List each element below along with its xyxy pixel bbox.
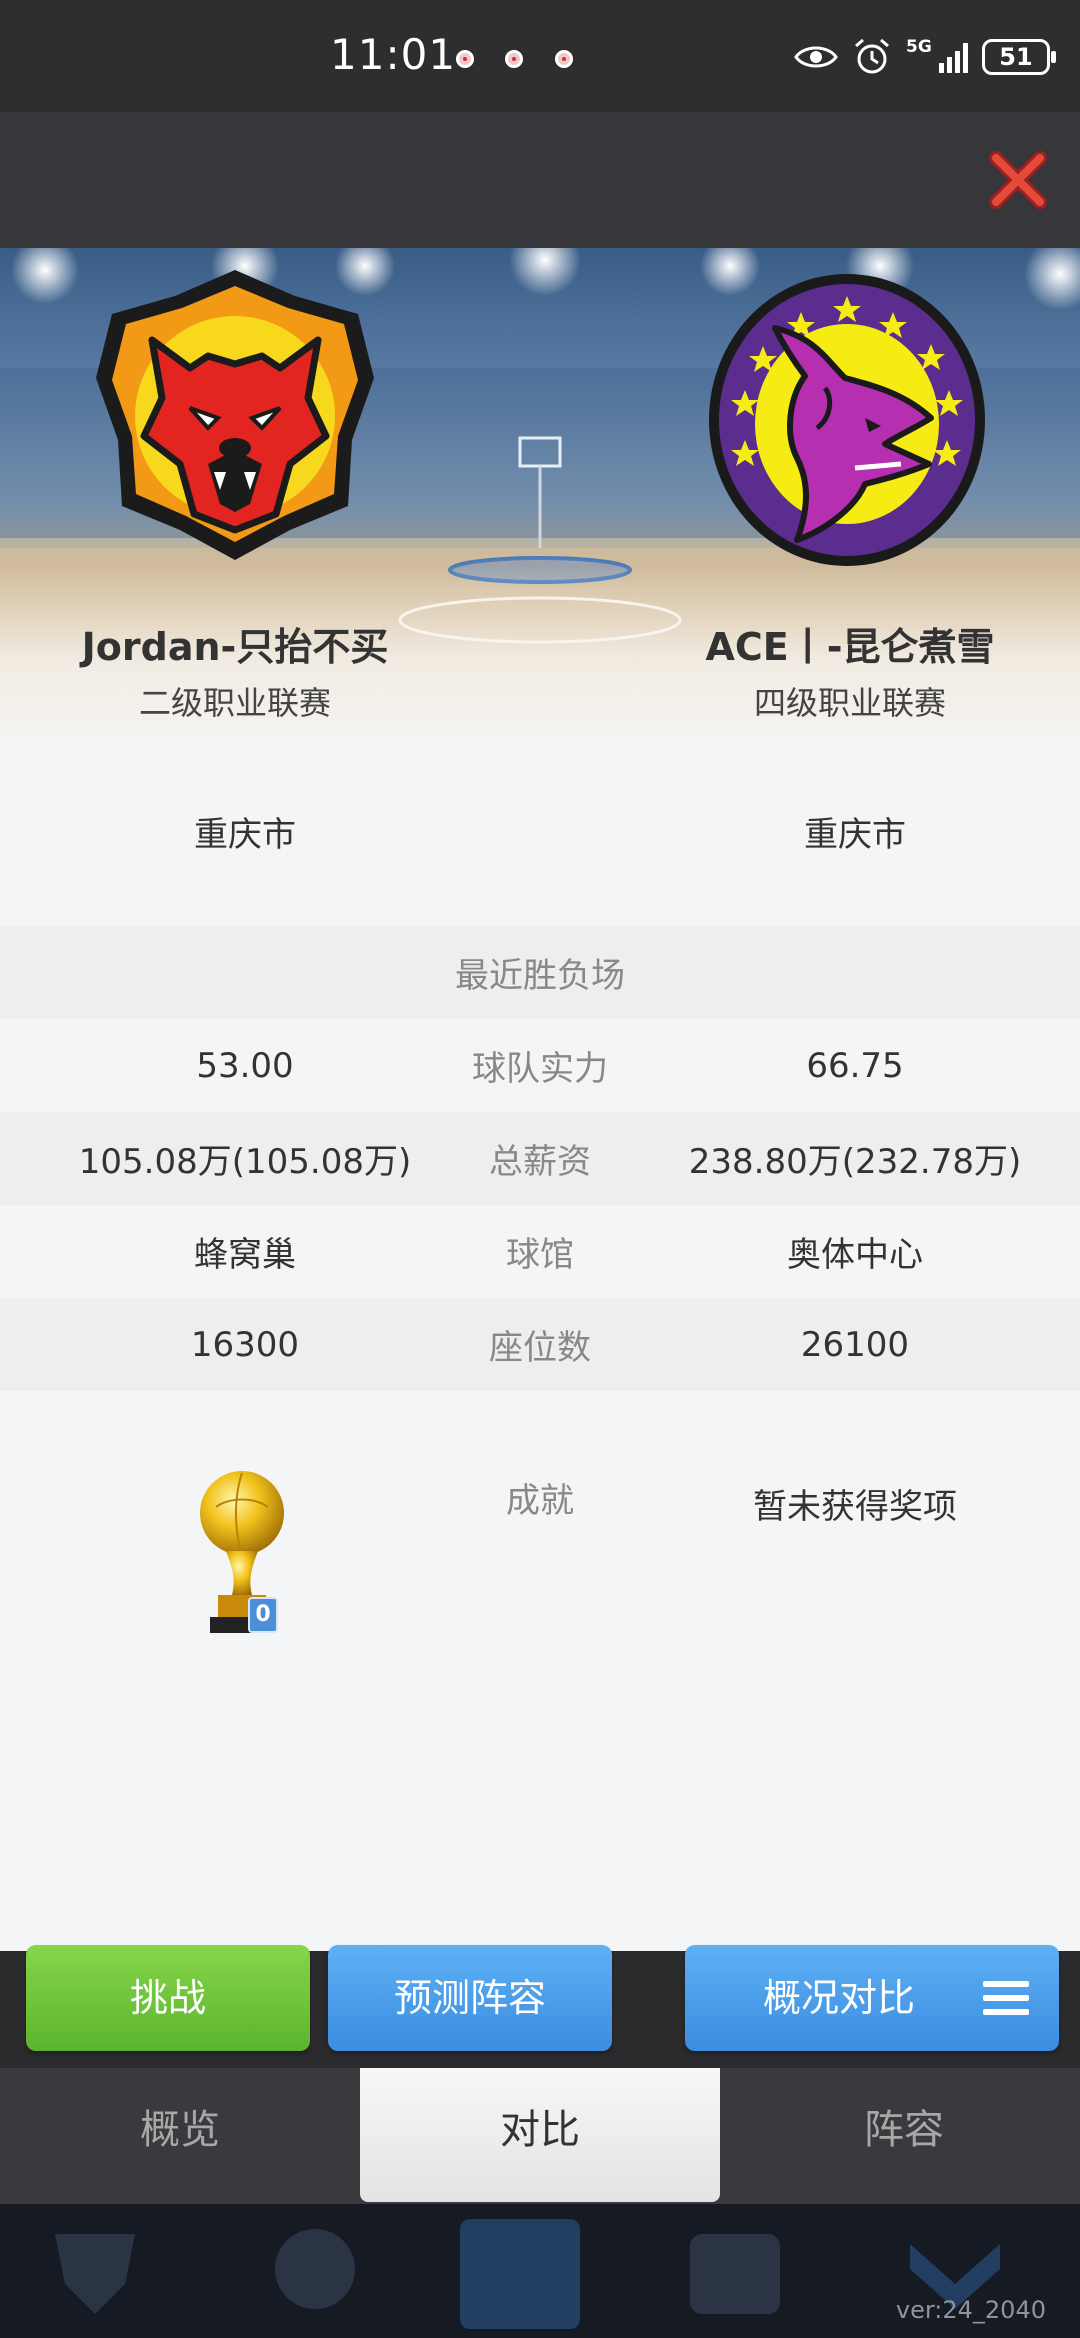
left-value: 105.08万(105.08万) <box>78 1142 412 1182</box>
right-city: 重庆市 <box>804 814 906 855</box>
compare-row-arena: 蜂窝巢 球馆 奥体中心 <box>0 1205 1080 1298</box>
version-label: ver:24_2040 <box>895 2296 1046 2324</box>
right-achievement: 暂未获得奖项 <box>753 1487 957 1527</box>
eye-icon <box>794 46 838 68</box>
finance-nav-icon[interactable] <box>240 2214 390 2334</box>
left-value: 蜂窝巢 <box>194 1235 296 1275</box>
tab-lineup[interactable]: 阵容 <box>724 2068 1080 2204</box>
notification-icon <box>505 50 523 68</box>
alarm-icon <box>855 38 889 74</box>
team-left-name: Jordan-只抬不买 <box>81 625 389 669</box>
tab-compare[interactable]: 对比 <box>360 2068 720 2202</box>
notification-icon <box>456 50 474 68</box>
right-value: 66.75 <box>806 1045 904 1086</box>
row-label: 成就 <box>506 1481 574 1521</box>
team-right-name: ACE丨-昆仑煮雪 <box>705 625 995 669</box>
right-value: 26100 <box>800 1324 910 1365</box>
notification-icon <box>555 50 573 68</box>
compare-row-seats: 16300 座位数 26100 <box>0 1298 1080 1391</box>
signal-icon: 5G <box>906 37 968 77</box>
trophy-count-badge: 0 <box>248 1597 278 1633</box>
dialog-header <box>0 112 1080 248</box>
challenge-button[interactable]: 挑战 <box>26 1945 310 2051</box>
comparison-table: 重庆市 重庆市 最近胜负场 53.00 球队实力 66.75 105.08万(1… <box>0 736 1080 1951</box>
team-right-league: 四级职业联赛 <box>753 684 946 722</box>
compare-row-strength: 53.00 球队实力 66.75 <box>0 1019 1080 1112</box>
left-value: 53.00 <box>196 1045 294 1086</box>
achievement-row: 0 成就 暂未获得奖项 <box>0 1391 1080 1761</box>
right-value: 238.80万(232.78万) <box>688 1142 1022 1182</box>
left-value: 16300 <box>190 1324 300 1365</box>
row-label: 球馆 <box>506 1235 574 1275</box>
compare-row-salary: 105.08万(105.08万) 总薪资 238.80万(232.78万) <box>0 1112 1080 1205</box>
team-left-league: 二级职业联赛 <box>138 684 331 722</box>
match-nav-icon[interactable] <box>660 2214 810 2334</box>
team-banner: Jordan-只抬不买 二级职业联赛 ACE丨-昆仑煮雪 四级职业联赛 <box>0 248 1080 736</box>
recent-record-row: 最近胜负场 <box>0 926 1080 1019</box>
tab-bar: 概览 对比 阵容 <box>0 2068 1080 2204</box>
city-row: 重庆市 重庆市 <box>0 736 1080 926</box>
wolf-logo <box>96 270 374 560</box>
dragon-logo <box>709 274 985 566</box>
row-label: 总薪资 <box>489 1142 591 1182</box>
bottom-nav: ver:24_2040 <box>0 2204 1080 2338</box>
tab-overview[interactable]: 概览 <box>0 2068 360 2204</box>
league-nav-icon[interactable] <box>445 2214 595 2334</box>
predict-lineup-button[interactable]: 预测阵容 <box>328 1945 612 2051</box>
status-bar: 11:01 5G 51 <box>0 0 1080 112</box>
team-nav-icon[interactable] <box>20 2214 170 2334</box>
status-time: 11:01 <box>330 30 457 79</box>
network-label: 5G <box>906 37 932 57</box>
close-icon[interactable] <box>986 148 1050 212</box>
left-city: 重庆市 <box>194 814 296 855</box>
overview-compare-button[interactable]: 概况对比 <box>685 1945 1059 2051</box>
row-label: 座位数 <box>489 1328 591 1368</box>
row-label: 球队实力 <box>472 1049 608 1089</box>
right-value: 奥体中心 <box>787 1235 923 1275</box>
menu-icon <box>983 1981 1029 2017</box>
battery-icon: 51 <box>982 39 1056 75</box>
overview-compare-label: 概况对比 <box>763 1976 916 2020</box>
recent-record-label: 最近胜负场 <box>455 956 625 996</box>
